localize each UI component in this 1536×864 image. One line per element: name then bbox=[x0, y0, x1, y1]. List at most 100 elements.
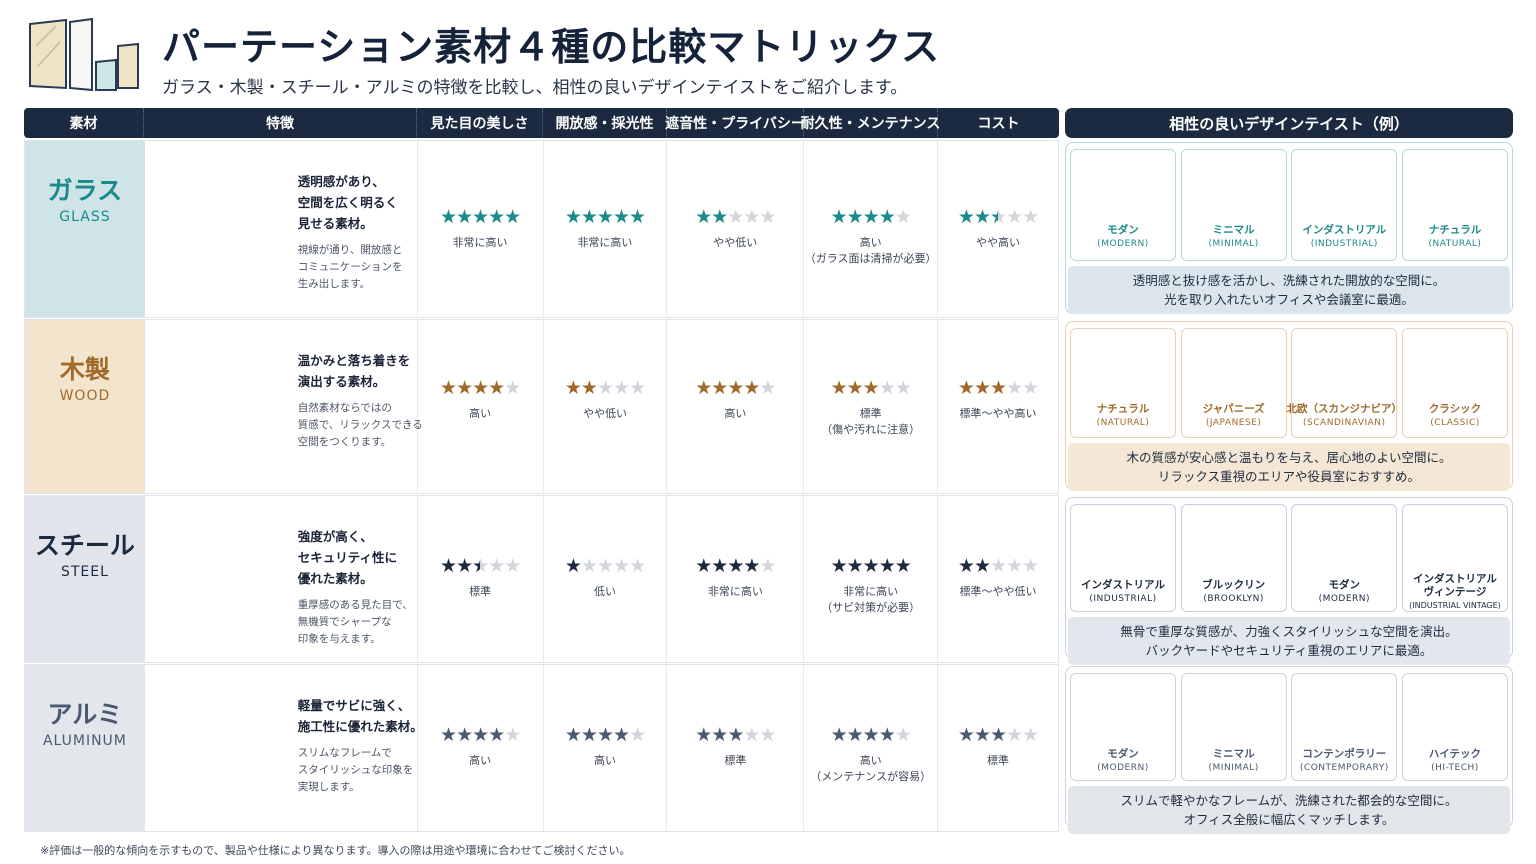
taste-name-en: (INDUSTRIAL VINTAGE) bbox=[1409, 601, 1501, 610]
taste-tile: ナチュラル (NATURAL) bbox=[1070, 328, 1176, 438]
star-icon: ★ bbox=[488, 724, 505, 746]
taste-description: 木の質感が安心感と温もりを与え、居心地のよい空間に。 リラックス重視のエリアや役員… bbox=[1068, 443, 1510, 491]
star-icon: ★ bbox=[973, 377, 991, 399]
star-icon: ★ bbox=[957, 206, 975, 228]
taste-tile: ミニマル (MINIMAL) bbox=[1180, 673, 1287, 781]
star-icon: ★ bbox=[957, 724, 975, 746]
star-rating: ★★★★★ bbox=[695, 555, 776, 577]
rating-text: やや低い bbox=[713, 236, 758, 249]
star-rating: ★★★★★ bbox=[439, 206, 521, 228]
taste-description-line: スリムで軽やかなフレームが、洗練された都会的な空間に。 bbox=[1120, 793, 1458, 808]
star-icon: ★ bbox=[759, 555, 776, 577]
material-row-aluminum: アルミ ALUMINUM 軽量でサビに強く、 施工性に優れた素材。 スリムなフレームで… bbox=[24, 664, 1059, 832]
rating-text: 標準 bbox=[859, 407, 882, 420]
rating-cell: ★★★★★ 標準 bbox=[667, 665, 805, 831]
taste-name: コンテンポラリー bbox=[1302, 748, 1387, 760]
star-icon: ★ bbox=[973, 555, 991, 577]
star-rating: ★★★★★ bbox=[958, 377, 1039, 399]
page-title: パーテーション素材４種の比較マトリックス bbox=[162, 25, 941, 69]
star-icon: ★ bbox=[596, 377, 614, 399]
star-icon: ★ bbox=[846, 724, 864, 746]
rating-text: 高い bbox=[593, 754, 616, 767]
rating-text: 高い bbox=[469, 407, 492, 420]
star-icon: ★ bbox=[613, 724, 630, 746]
taste-name: インダストリアル bbox=[1302, 224, 1387, 236]
col-privacy: 遮音性・プライバシー bbox=[665, 108, 805, 138]
star-icon: ★ bbox=[727, 724, 744, 746]
rating-label: 高い （メンテナンスが容易） bbox=[810, 753, 931, 785]
star-icon: ★ bbox=[862, 206, 880, 228]
star-icon: ★ bbox=[743, 555, 760, 577]
feature-detail-line: スリムなフレームで bbox=[297, 747, 392, 759]
star-icon: ★ bbox=[830, 555, 848, 577]
taste-panel-steel: インダストリアル (INDUSTRIAL) ブルックリン (BROOKLYN) モダン (… bbox=[1065, 497, 1513, 665]
star-icon: ★ bbox=[973, 724, 991, 746]
taste-name-en: (HI-TECH) bbox=[1431, 763, 1479, 773]
taste-name-en: (INDUSTRIAL) bbox=[1089, 594, 1157, 604]
star-icon: ★ bbox=[564, 555, 582, 577]
rating-label: 標準 （傷や汚れに注意） bbox=[821, 406, 920, 438]
star-icon: ★ bbox=[990, 555, 1007, 577]
taste-description-line: 透明感と抜け感を活かし、洗練された開放的な空間に。 bbox=[1132, 273, 1446, 288]
star-icon: ★ bbox=[862, 724, 880, 746]
star-rating: ★★★★★ bbox=[958, 555, 1039, 577]
star-icon: ★ bbox=[1022, 377, 1039, 399]
rating-text: 高い bbox=[859, 236, 882, 249]
rating-label: 低い bbox=[594, 584, 616, 600]
star-icon: ★ bbox=[472, 377, 489, 399]
star-rating: ★★★★★ bbox=[440, 724, 521, 746]
rating-text: やや低い bbox=[582, 407, 627, 420]
star-icon: ★ bbox=[629, 555, 646, 577]
rating-text: 非常に高い bbox=[843, 585, 899, 598]
star-icon: ★ bbox=[830, 206, 848, 228]
star-icon: ★ bbox=[894, 724, 912, 746]
taste-name-en: (JAPANESE) bbox=[1205, 418, 1262, 428]
devices-icon bbox=[1420, 680, 1490, 740]
feature-headline-line: 透明感があり、 bbox=[297, 174, 385, 189]
star-icon: ★ bbox=[596, 555, 614, 577]
star-icon: ★ bbox=[472, 724, 489, 746]
rating-cell: ★★★★★ 標準 （傷や汚れに注意） bbox=[804, 320, 939, 493]
star-icon: ★ bbox=[488, 555, 505, 577]
feature-detail-line: 自然素材ならではの bbox=[297, 402, 392, 414]
star-rating: ★★★★★ bbox=[830, 555, 912, 577]
star-icon: ★ bbox=[439, 206, 457, 228]
material-name: スチール bbox=[34, 531, 135, 560]
rating-text: 標準 bbox=[987, 754, 1010, 767]
rating-label: 高い bbox=[724, 406, 746, 422]
material-name-en: GLASS bbox=[59, 209, 111, 225]
star-rating: ★★★★★ bbox=[957, 724, 1039, 746]
star-rating: ★★★★★ bbox=[440, 555, 521, 577]
material-name: 木製 bbox=[59, 355, 110, 384]
taste-name: モダン bbox=[1328, 579, 1361, 591]
taste-name-en: (CONTEMPORARY) bbox=[1299, 763, 1389, 773]
star-icon: ★ bbox=[580, 724, 598, 746]
material-cell: アルミ ALUMINUM bbox=[25, 665, 145, 831]
material-name-en: ALUMINUM bbox=[42, 733, 127, 749]
taste-header: 相性の良いデザインテイスト（例） bbox=[1065, 108, 1513, 138]
lamp-brick-icon bbox=[1199, 511, 1269, 571]
rating-cell: ★★★★★ やや高い bbox=[938, 141, 1058, 317]
footnote: ※評価は一般的な傾向を示すもので、製品や仕様により異なります。導入の際は用途や環… bbox=[40, 844, 631, 857]
rating-label: 標準 bbox=[724, 753, 746, 769]
taste-name-en: (INDUSTRIAL) bbox=[1310, 239, 1378, 249]
taste-tile: ミニマル (MINIMAL) bbox=[1180, 149, 1287, 261]
taste-name-en: (CLASSIC) bbox=[1430, 418, 1480, 428]
star-icon: ★ bbox=[759, 724, 776, 746]
taste-name: クラシック bbox=[1428, 403, 1482, 415]
star-icon: ★ bbox=[504, 206, 521, 228]
material-name: ガラス bbox=[47, 176, 123, 205]
locker-shelf-icon bbox=[1420, 511, 1490, 571]
taste-tile: 北欧（スカンジナビア） (SCANDINAVIAN) bbox=[1287, 328, 1402, 438]
rating-cell: ★★★★★ 高い （メンテナンスが容易） bbox=[804, 665, 939, 831]
feature-headline-line: 施工性に優れた素材。 bbox=[297, 719, 423, 734]
rating-cell: ★★★★★ 非常に高い bbox=[667, 496, 805, 662]
rating-text: 低い bbox=[593, 585, 616, 598]
feature-detail-line: 空間をつくります。 bbox=[297, 436, 392, 448]
rating-text: 標準～やや低い bbox=[959, 585, 1037, 598]
star-icon: ★ bbox=[580, 555, 598, 577]
taste-description-line: オフィス全般に幅広くマッチします。 bbox=[1183, 812, 1395, 827]
desk-icon bbox=[1199, 680, 1269, 740]
star-rating: ★★★★★ bbox=[565, 377, 646, 399]
star-icon: ★ bbox=[613, 377, 630, 399]
